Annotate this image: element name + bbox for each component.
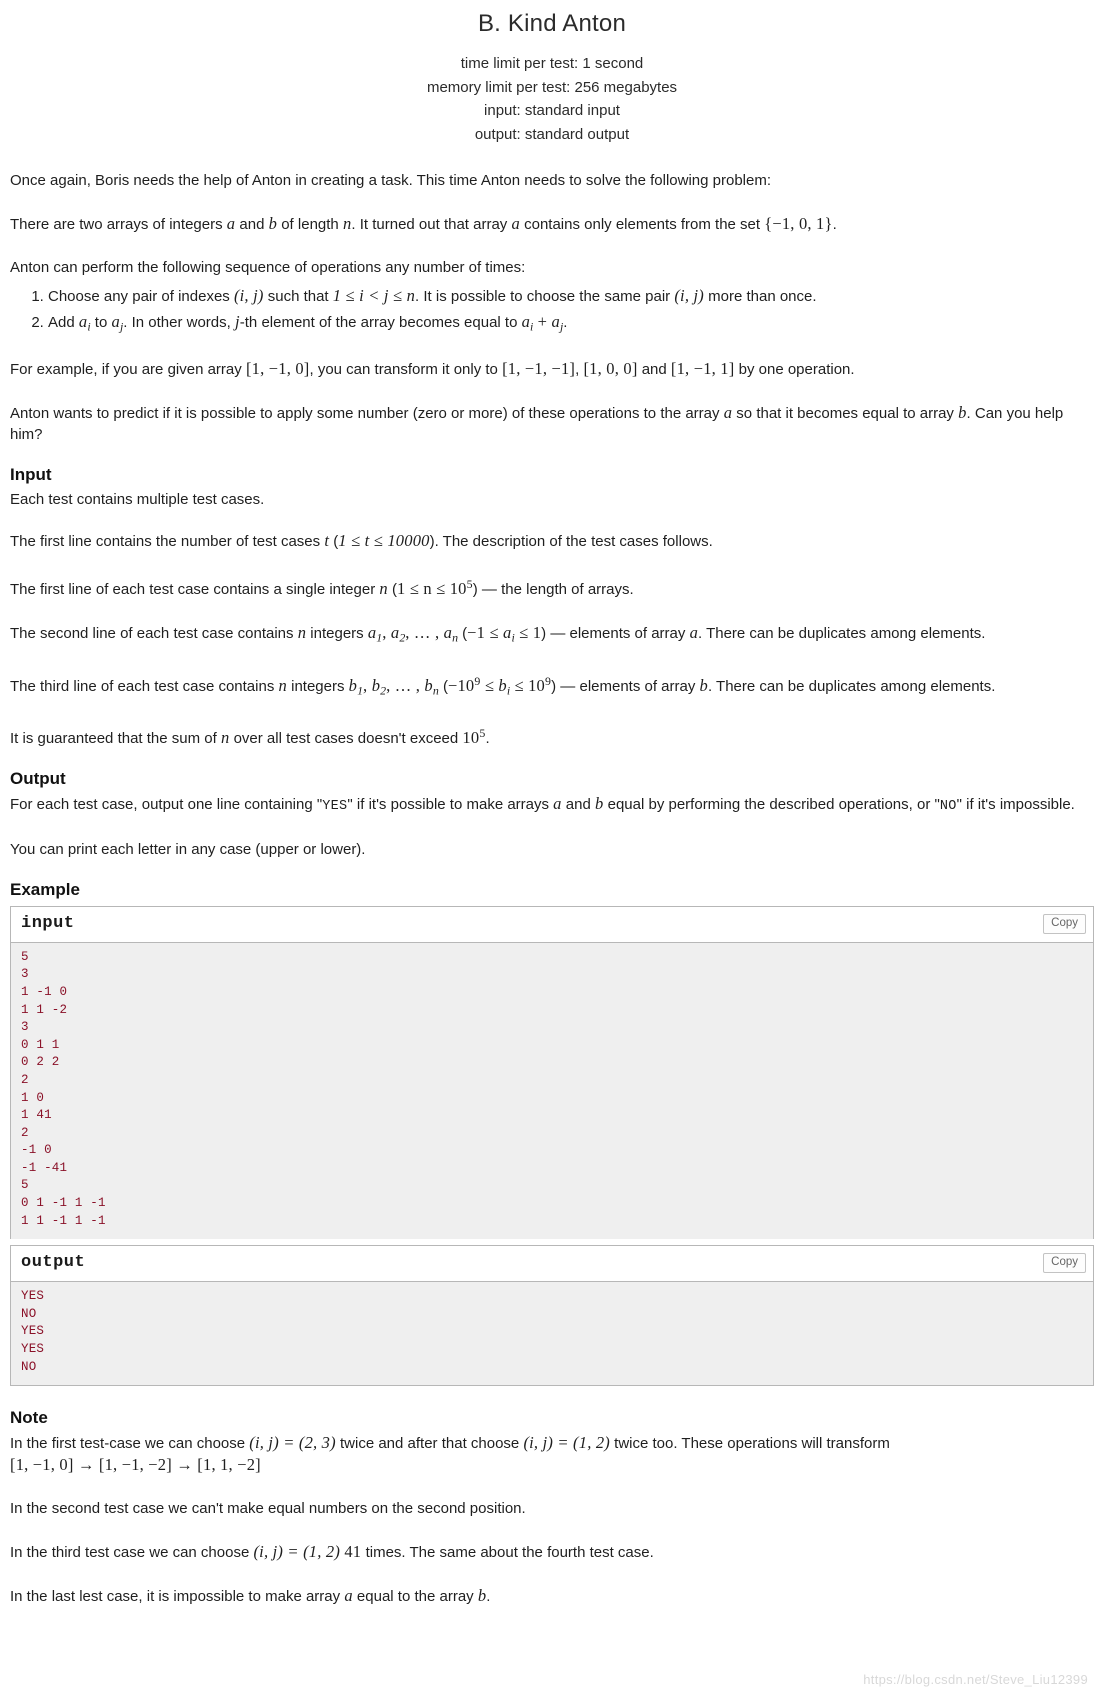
statement-paragraph-4: For example, if you are given array [1, … xyxy=(10,359,855,379)
math-n3: n xyxy=(297,623,307,643)
example-heading: Example xyxy=(10,879,80,899)
math-b-list: b1, b2, … , bn xyxy=(348,675,439,697)
math-b3: b xyxy=(699,675,708,695)
problem-statement: Once again, Boris needs the help of Anto… xyxy=(10,170,1094,445)
math-41: 41 xyxy=(340,1542,366,1562)
output-paragraph-1: For each test case, output one line cont… xyxy=(10,793,1075,814)
note-paragraph-4: In the last lest case, it is impossible … xyxy=(10,1586,491,1606)
note-section: Note In the first test-case we can choos… xyxy=(10,1408,1094,1607)
copy-input-button[interactable]: Copy xyxy=(1043,913,1086,934)
operation-item-2: Add ai to aj. In other words, j-th eleme… xyxy=(48,310,1094,338)
page-title: B. Kind Anton xyxy=(477,10,627,37)
math-b: b xyxy=(268,214,278,233)
math-ij-eq-12-b: (i, j) = (1, 2) xyxy=(253,1542,341,1562)
sample-input-header: input Copy xyxy=(11,906,1093,943)
note-paragraph-3: In the third test case we can choose (i,… xyxy=(10,1542,654,1562)
math-a4: a xyxy=(689,623,699,643)
math-a2: a xyxy=(511,214,520,233)
math-transform-chain: [1, −1, 0] → [1, −1, −2] → [1, 1, −2] xyxy=(10,1455,261,1475)
output-heading: Output xyxy=(10,768,66,788)
note-paragraph-1: In the first test-case we can choose (i,… xyxy=(10,1433,890,1475)
literal-no: NO xyxy=(939,798,957,814)
sample-output-label: output xyxy=(21,1253,86,1273)
sample-output-header: output Copy xyxy=(11,1246,1093,1283)
math-a-j: aj xyxy=(111,312,124,334)
problem-header: B. Kind Anton time limit per test: 1 sec… xyxy=(10,10,1094,146)
math-array-4: [1, −1, 1] xyxy=(670,359,735,379)
input-paragraph-2: The first line contains the number of te… xyxy=(10,531,713,551)
note-heading: Note xyxy=(10,1408,48,1428)
statement-paragraph-1: Once again, Boris needs the help of Anto… xyxy=(10,172,772,189)
output-spec: output: standard output xyxy=(474,125,630,143)
math-a-list: a1, a2, … , an xyxy=(367,623,458,645)
math-array-2: [1, −1, −1] xyxy=(502,359,576,379)
problem-limits: time limit per test: 1 second memory lim… xyxy=(10,52,1094,146)
statement-paragraph-5: Anton wants to predict if it is possible… xyxy=(10,403,1064,444)
sample-output-block: output Copy YES NO YES YES NO xyxy=(10,1245,1094,1387)
math-set: {−1, 0, 1} xyxy=(764,214,833,233)
input-heading: Input xyxy=(10,465,52,485)
math-a-range: −1 ≤ ai ≤ 1 xyxy=(467,623,542,645)
math-a3: a xyxy=(723,403,733,423)
math-pair-ij-2: (i, j) xyxy=(674,286,704,305)
input-paragraph-6: It is guaranteed that the sum of n over … xyxy=(10,725,490,747)
math-a-i: ai xyxy=(78,312,91,334)
math-pair-ij: (i, j) xyxy=(233,286,264,305)
output-section: Output For each test case, output one li… xyxy=(10,769,1094,860)
math-ij-eq-23: (i, j) = (2, 3) xyxy=(249,1433,336,1453)
literal-yes: YES xyxy=(322,798,348,814)
input-spec: input: standard input xyxy=(484,102,620,119)
math-b-range: −109 ≤ bi ≤ 109 xyxy=(447,673,552,697)
memory-limit: memory limit per test: 256 megabytes xyxy=(426,78,678,96)
math-n2: n xyxy=(379,579,388,599)
math-a5: a xyxy=(553,793,562,813)
operation-item-1: Choose any pair of indexes (i, j) such t… xyxy=(48,284,1094,308)
sample-input-label: input xyxy=(21,913,75,933)
math-sum-limit: 105 xyxy=(462,725,486,747)
math-a6: a xyxy=(344,1586,353,1606)
sample-input-block: input Copy 5 3 1 -1 0 1 1 -2 3 0 1 1 0 2… xyxy=(10,905,1094,1240)
statement-paragraph-3: Anton can perform the following sequence… xyxy=(10,259,526,276)
operations-list: Choose any pair of indexes (i, j) such t… xyxy=(10,284,1094,338)
copy-output-button[interactable]: Copy xyxy=(1043,1253,1086,1274)
math-t-range: 1 ≤ t ≤ 10000 xyxy=(338,531,430,551)
input-section: Input Each test contains multiple test c… xyxy=(10,465,1094,748)
input-paragraph-4: The second line of each test case contai… xyxy=(10,623,986,645)
math-n4: n xyxy=(278,675,287,695)
math-array-1: [1, −1, 0] xyxy=(245,359,310,379)
statement-paragraph-2: There are two arrays of integers a and b… xyxy=(10,214,837,233)
math-b2: b xyxy=(958,403,967,423)
math-n-range: 1 ≤ n ≤ 105 xyxy=(397,577,473,599)
output-paragraph-2: You can print each letter in any case (u… xyxy=(10,840,366,858)
math-array-3: [1, 0, 0] xyxy=(583,359,638,379)
math-a: a xyxy=(226,214,236,233)
sample-input-data: 5 3 1 -1 0 1 1 -2 3 0 1 1 0 2 2 2 1 0 1 … xyxy=(11,942,1093,1240)
math-index-condition: 1 ≤ i < j ≤ n xyxy=(332,286,416,305)
sample-output-data: YES NO YES YES NO xyxy=(11,1282,1093,1386)
input-paragraph-3: The first line of each test case contain… xyxy=(10,577,634,599)
example-section: Example input Copy 5 3 1 -1 0 1 1 -2 3 0… xyxy=(10,879,1094,1387)
input-paragraph-5: The third line of each test case contain… xyxy=(10,673,996,697)
math-a-i-plus-a-j: ai + aj xyxy=(521,312,564,334)
input-paragraph-1: Each test contains multiple test cases. xyxy=(10,491,265,509)
note-paragraph-2: In the second test case we can't make eq… xyxy=(10,1500,526,1518)
time-limit: time limit per test: 1 second xyxy=(460,55,644,72)
math-ij-eq-12: (i, j) = (1, 2) xyxy=(523,1433,610,1453)
problem-page: B. Kind Anton time limit per test: 1 sec… xyxy=(0,10,1104,1607)
